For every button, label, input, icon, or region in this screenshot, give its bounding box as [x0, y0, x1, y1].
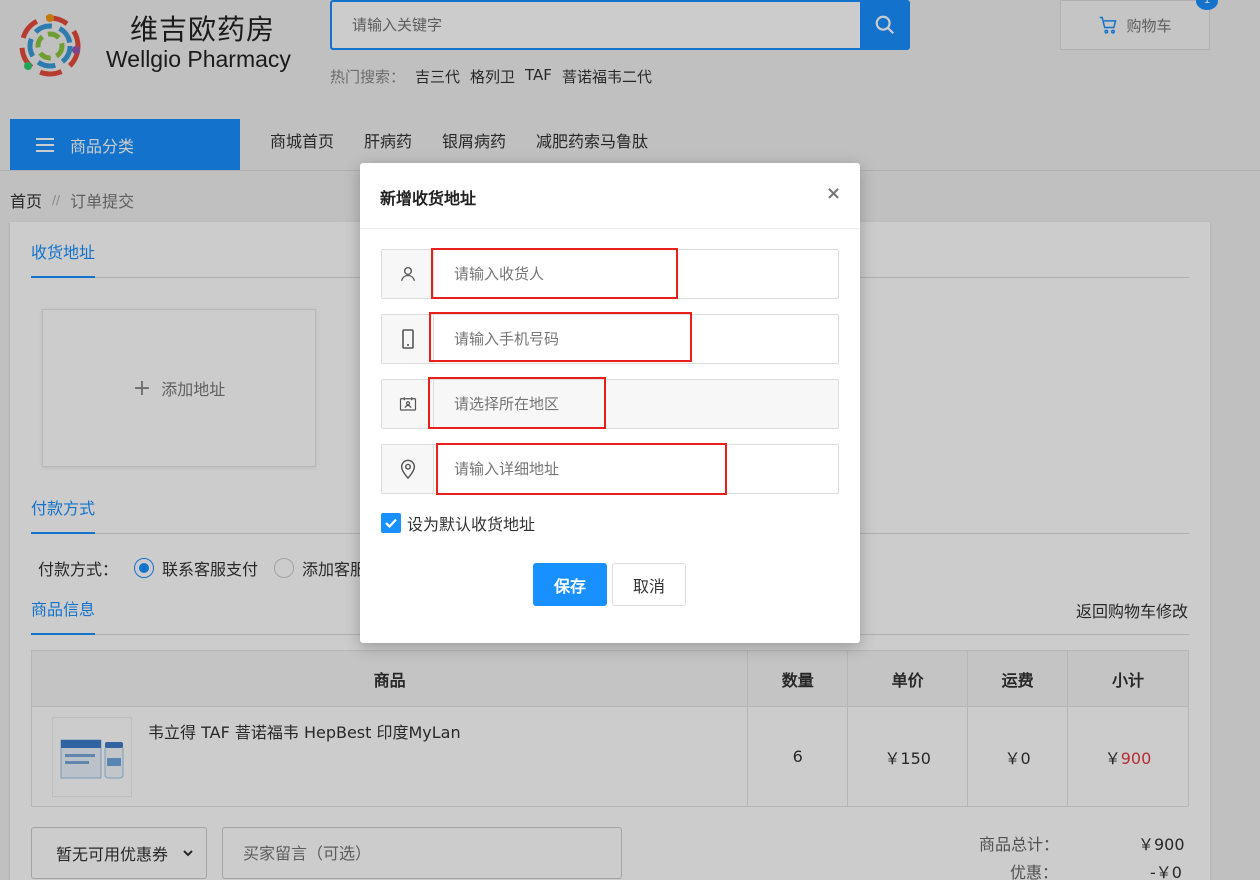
phone-icon [401, 329, 414, 349]
default-address-checkbox[interactable] [381, 513, 401, 533]
region-icon-box [382, 380, 434, 428]
add-address-modal: 新增收货地址 × 设为默认收货地址 保存 取 [360, 163, 860, 643]
highlight-box-region [428, 377, 606, 429]
highlight-box-detail-address [436, 443, 727, 495]
highlight-box-consignee [431, 248, 678, 299]
modal-divider [360, 228, 860, 229]
check-icon [385, 518, 397, 529]
default-address-label: 设为默认收货地址 [407, 515, 536, 534]
region-icon [399, 397, 416, 411]
modal-title: 新增收货地址 [380, 189, 477, 208]
highlight-box-phone [429, 312, 692, 362]
location-pin-icon [400, 459, 415, 479]
consignee-icon-box [382, 250, 434, 298]
save-button[interactable]: 保存 [533, 563, 607, 606]
default-address-checkbox-row[interactable]: 设为默认收货地址 [381, 511, 535, 535]
user-icon [400, 266, 415, 281]
cancel-button[interactable]: 取消 [612, 563, 686, 606]
detail-address-icon-box [382, 445, 434, 493]
close-icon[interactable]: × [826, 183, 841, 204]
phone-icon-box [382, 315, 434, 363]
